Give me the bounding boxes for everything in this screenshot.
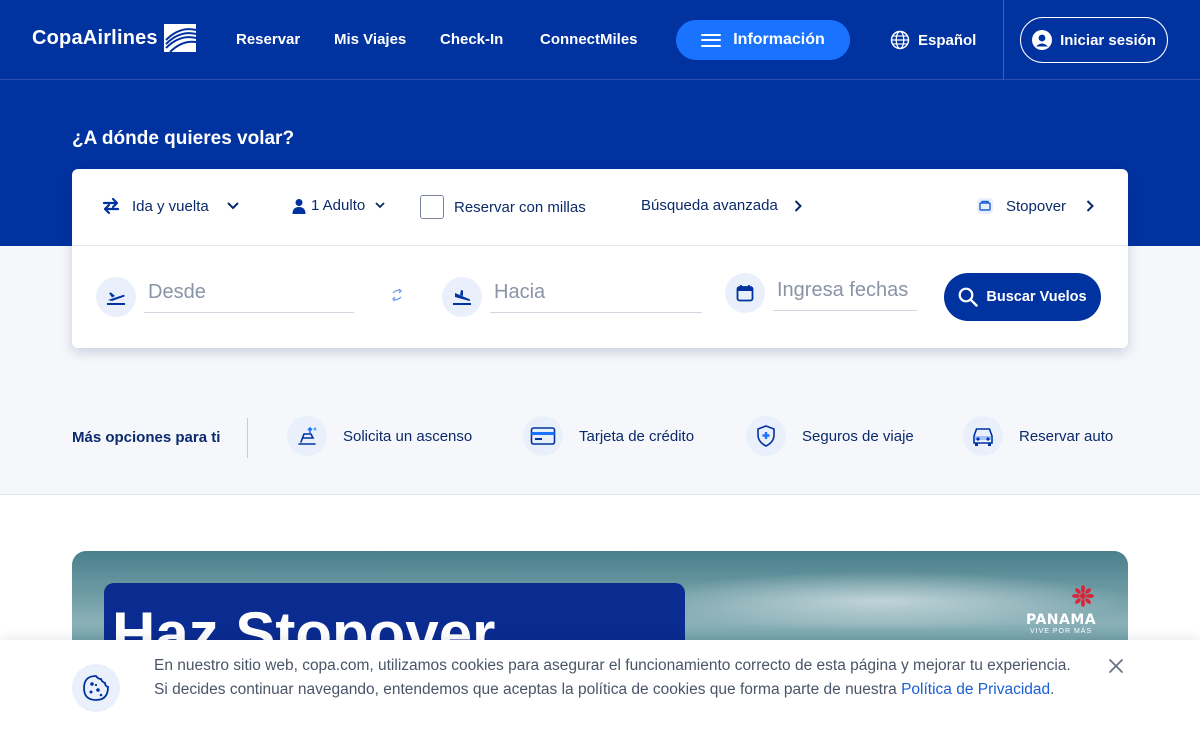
advanced-search-label: Búsqueda avanzada <box>641 197 778 214</box>
nav-connectmiles[interactable]: ConnectMiles <box>540 31 638 48</box>
car-icon <box>963 416 1003 456</box>
nav-reservar[interactable]: Reservar <box>236 31 300 48</box>
copa-logo-icon <box>163 24 197 53</box>
language-label: Español <box>918 31 977 49</box>
chevron-right-icon <box>794 199 802 212</box>
nav-mis-viajes[interactable]: Mis Viajes <box>334 31 406 48</box>
origin-placeholder: Desde <box>148 281 206 303</box>
shield-icon <box>746 416 786 456</box>
user-circle-icon <box>1032 30 1053 50</box>
hamburger-icon <box>701 33 722 47</box>
hero-title: ¿A dónde quieres volar? <box>72 128 295 149</box>
card-divider <box>72 245 1128 246</box>
advanced-search-link[interactable]: Búsqueda avanzada <box>641 197 802 214</box>
chevron-down-icon <box>227 202 239 210</box>
information-menu-button[interactable]: Información <box>676 20 850 60</box>
swap-arrows-icon <box>102 197 120 215</box>
miles-toggle[interactable]: Reservar con millas <box>420 195 586 219</box>
login-button[interactable]: Iniciar sesión <box>1020 17 1168 63</box>
trip-type-selector[interactable]: Ida y vuelta <box>102 197 239 215</box>
departure-plane-icon <box>96 277 136 317</box>
header-divider <box>1003 0 1004 80</box>
login-label: Iniciar sesión <box>1060 31 1156 49</box>
search-flights-button[interactable]: Buscar Vuelos <box>944 273 1101 321</box>
search-flights-label: Buscar Vuelos <box>986 289 1087 305</box>
copa-logo[interactable]: CopaAirlines <box>32 22 198 54</box>
top-header: CopaAirlines Reservar Mis Viajes Check-I… <box>0 0 1200 80</box>
credit-card-icon <box>523 416 563 456</box>
close-icon[interactable] <box>1107 657 1125 675</box>
rent-car-link[interactable]: Reservar auto <box>963 416 1113 456</box>
travel-insurance-link[interactable]: Seguros de viaje <box>746 416 914 456</box>
stopover-link[interactable]: Stopover <box>976 197 1094 215</box>
passengers-label: 1 Adulto <box>311 197 366 214</box>
panama-name: PANAMA <box>1026 612 1097 628</box>
privacy-policy-link[interactable]: Política de Privacidad <box>901 681 1050 698</box>
credit-card-label: Tarjeta de crédito <box>579 427 695 445</box>
chevron-right-icon <box>1086 200 1094 212</box>
miles-checkbox[interactable] <box>420 195 444 219</box>
seat-upgrade-icon <box>287 416 327 456</box>
dates-placeholder: Ingresa fechas <box>777 279 909 301</box>
swap-direction-icon[interactable] <box>390 287 404 303</box>
language-selector[interactable]: Español <box>890 30 976 50</box>
nav-check-in[interactable]: Check-In <box>440 31 503 48</box>
cookie-suffix: . <box>1050 681 1055 698</box>
passengers-selector[interactable]: 1 Adulto <box>291 197 385 214</box>
cookie-icon <box>72 664 120 712</box>
miles-label: Reservar con millas <box>454 198 586 216</box>
search-icon <box>958 287 979 307</box>
panama-tagline: VIVE POR MÁS <box>1029 628 1093 635</box>
cookie-message: En nuestro sitio web, copa.com, utilizam… <box>154 654 1084 702</box>
information-label: Información <box>733 31 825 48</box>
more-options-separator <box>247 418 248 458</box>
stopover-label: Stopover <box>1006 197 1067 215</box>
flight-search-card: Ida y vuelta 1 Adulto Reservar con milla… <box>72 169 1128 348</box>
person-icon <box>292 198 306 214</box>
rent-car-label: Reservar auto <box>1019 427 1114 445</box>
trip-type-label: Ida y vuelta <box>132 197 209 215</box>
arrival-plane-icon <box>442 277 482 317</box>
dates-input[interactable]: Ingresa fechas <box>773 271 917 311</box>
cookie-banner: En nuestro sitio web, copa.com, utilizam… <box>0 640 1200 740</box>
logo-text: CopaAirlines <box>32 26 158 49</box>
chevron-down-icon <box>375 202 385 209</box>
calendar-icon <box>725 273 765 313</box>
origin-input[interactable]: Desde <box>144 273 354 313</box>
panama-flower-icon <box>1072 585 1095 607</box>
globe-icon <box>890 30 910 50</box>
destination-placeholder: Hacia <box>494 281 546 303</box>
more-options-title: Más opciones para ti <box>72 429 221 446</box>
credit-card-link[interactable]: Tarjeta de crédito <box>523 416 694 456</box>
destination-input[interactable]: Hacia <box>490 273 702 313</box>
stopover-icon <box>977 198 993 214</box>
upgrade-request-link[interactable]: Solicita un ascenso <box>287 416 472 456</box>
travel-insurance-label: Seguros de viaje <box>802 427 914 445</box>
upgrade-request-label: Solicita un ascenso <box>343 427 473 445</box>
panama-logo: PANAMA VIVE POR MÁS <box>1026 585 1096 635</box>
